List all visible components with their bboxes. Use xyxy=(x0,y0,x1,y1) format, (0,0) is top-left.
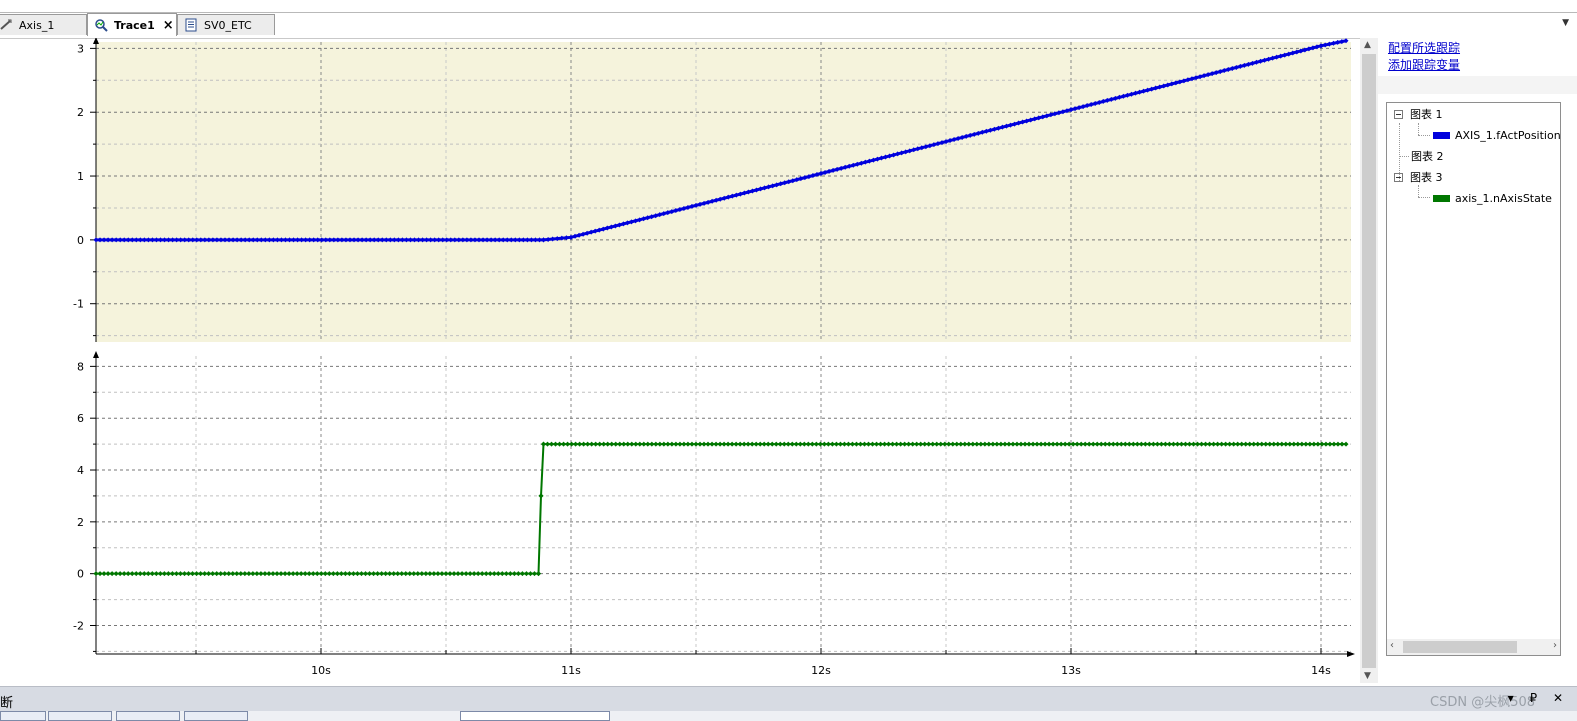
chart-1-y-tick-label: 3 xyxy=(77,42,84,55)
chart-2-plot-background xyxy=(96,356,1351,654)
tab-list-dropdown-icon[interactable]: ▼ xyxy=(1562,18,1569,28)
chart-1-y-tick-label: 2 xyxy=(77,106,84,119)
tree-horizontal-scrollbar[interactable]: ‹ › xyxy=(1387,639,1560,655)
time-axis-tick-label: 10s xyxy=(311,664,331,677)
chart-1-y-tick-label: 1 xyxy=(77,170,84,183)
trace-icon xyxy=(94,18,108,32)
scroll-right-arrow-icon[interactable]: › xyxy=(1553,640,1557,651)
panel-window-controls[interactable]: ▾ ₽ ✕ xyxy=(1508,691,1569,705)
chart-2-y-tick-label: 8 xyxy=(77,360,84,373)
tree-node-chart-2[interactable]: 图表 2 xyxy=(1411,147,1444,165)
chart-2-y-axis-arrow xyxy=(93,351,99,358)
chart-2-y-tick-label: 0 xyxy=(77,568,84,581)
tree-variable-axis-1-naxisstate[interactable]: axis_1.nAxisState xyxy=(1433,189,1552,207)
chart-2-y-tick-label: 4 xyxy=(77,464,84,477)
bottom-panel-title: 断 xyxy=(0,696,14,711)
series-color-swatch xyxy=(1433,194,1450,202)
tab-bar-top-divider xyxy=(0,12,1577,13)
add-trace-variable-link[interactable]: 添加跟踪变量 xyxy=(1388,56,1460,73)
tree-variable-axis-1-factposition[interactable]: AXIS_1.fActPosition xyxy=(1433,126,1561,144)
trace-chart-area[interactable]: -1 0 1 2 3 -2 0 2 4 6 8 10s 11s 12s 13s 14s xyxy=(0,38,1360,683)
scroll-down-arrow-icon[interactable]: ▼ xyxy=(1364,671,1371,681)
trace-config-panel: 配置所选跟踪 添加跟踪变量 图表 1 AXIS_1.fActPosition 图… xyxy=(1378,38,1577,683)
tab-axis-1-label: Axis_1 xyxy=(19,18,55,32)
trace-charts[interactable]: -1 0 1 2 3 -2 0 2 4 6 8 10s 11s 12s 13s 14s xyxy=(0,38,1360,683)
scrollbar-thumb[interactable] xyxy=(1403,641,1517,653)
tree-node-label: 图表 3 xyxy=(1410,171,1443,184)
chart-1-y-tick-label: 0 xyxy=(77,234,84,247)
chart-2-y-tick-label: 6 xyxy=(77,412,84,425)
time-axis-tick-label: 11s xyxy=(561,664,581,677)
tree-node-label: 图表 2 xyxy=(1411,150,1444,163)
collapse-icon[interactable] xyxy=(1394,172,1403,182)
trace-variable-tree[interactable]: 图表 1 AXIS_1.fActPosition 图表 2 图表 3 axis_… xyxy=(1386,102,1561,656)
tree-node-chart-1[interactable]: 图表 1 xyxy=(1394,105,1443,123)
series-color-swatch xyxy=(1433,131,1450,139)
scrollbar-thumb[interactable] xyxy=(1362,54,1376,668)
chart-vertical-scrollbar[interactable]: ▲ ▼ xyxy=(1360,38,1378,683)
tree-node-chart-3[interactable]: 图表 3 xyxy=(1394,168,1443,186)
configure-selected-trace-link[interactable]: 配置所选跟踪 xyxy=(1388,39,1460,56)
tree-connector xyxy=(1399,156,1409,157)
tab-trace1-label: Trace1 xyxy=(114,18,155,32)
tab-sv0-etc-label: SV0_ETC xyxy=(204,18,252,32)
chart-1-y-tick-label: -1 xyxy=(73,298,84,311)
axis-icon xyxy=(0,18,13,32)
tree-node-label: 图表 1 xyxy=(1410,108,1443,121)
tree-variable-label: AXIS_1.fActPosition xyxy=(1455,128,1561,142)
time-axis-tick-label: 14s xyxy=(1311,664,1331,677)
tree-connector xyxy=(1418,185,1419,197)
chart-2-y-tick-label: -2 xyxy=(73,619,84,632)
scroll-left-arrow-icon[interactable]: ‹ xyxy=(1390,640,1394,651)
tree-connector xyxy=(1418,197,1430,198)
tab-trace1[interactable]: Trace1 × xyxy=(87,13,177,36)
tree-variable-label: axis_1.nAxisState xyxy=(1455,191,1552,205)
collapse-icon[interactable] xyxy=(1394,109,1403,119)
scroll-up-arrow-icon[interactable]: ▲ xyxy=(1364,40,1371,50)
editor-tab-bar: Axis_1 Trace1 × SV0_ETC ▼ xyxy=(0,0,1577,39)
document-icon xyxy=(184,18,198,32)
bottom-panel: 断 CSDN @尖枫508 ▾ ₽ ✕ xyxy=(0,686,1577,721)
tab-axis-1[interactable]: Axis_1 xyxy=(0,14,87,35)
tree-connector xyxy=(1418,123,1419,135)
close-icon[interactable]: × xyxy=(163,18,174,33)
time-axis-tick-label: 13s xyxy=(1061,664,1081,677)
time-axis-tick-label: 12s xyxy=(811,664,831,677)
tree-connector xyxy=(1418,135,1430,136)
panel-divider-band xyxy=(1378,76,1577,94)
chart-1-y-axis-arrow xyxy=(93,38,99,44)
tab-sv0-etc[interactable]: SV0_ETC xyxy=(177,14,275,35)
chart-2-y-tick-label: 2 xyxy=(77,516,84,529)
